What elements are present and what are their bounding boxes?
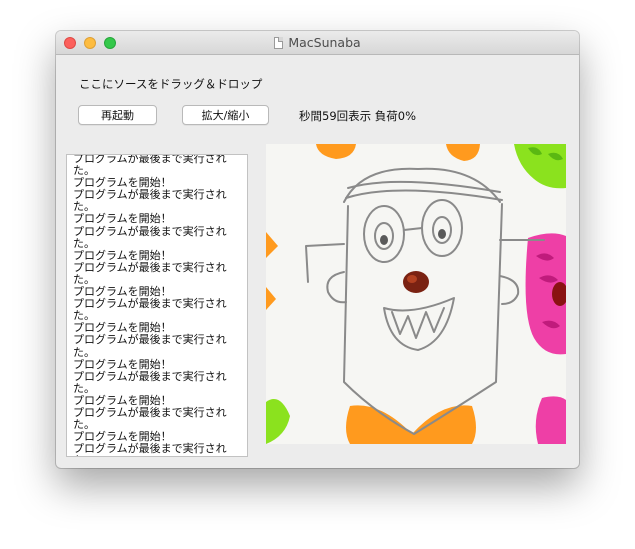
log-line: プログラムが最後まで実行された。 (73, 442, 227, 456)
document-icon (274, 36, 284, 49)
zoom-toggle-button[interactable]: 拡大/縮小 (182, 105, 269, 125)
performance-status: 秒間59回表示 負荷0% (299, 109, 417, 123)
restart-button[interactable]: 再起動 (78, 105, 157, 125)
log-line: プログラムが最後まで実行された。 (73, 405, 227, 432)
log-view[interactable]: プログラムが最後まで実行された。 プログラムを開始！ プログラムが最後まで実行された… (66, 154, 248, 457)
log-line: プログラムを開始！ (73, 212, 172, 226)
window-title: MacSunaba (288, 35, 361, 50)
window-title-group: MacSunaba (56, 31, 579, 54)
log-line: プログラムが最後まで実行された。 (73, 188, 227, 214)
log-scrollbar[interactable] (247, 383, 248, 457)
log-line: プログラムが最後まで実行された。 (73, 333, 227, 359)
log-line: プログラムを開始！ (73, 357, 172, 371)
log-line: プログラムが最後まで実行された。 (73, 297, 227, 323)
log-line: プログラムが最後まで実行された。 (73, 369, 227, 395)
drop-area-label[interactable]: ここにソースをドラッグ＆ドロップ (79, 76, 262, 92)
app-window: MacSunaba ここにソースをドラッグ＆ドロップ 再起動 拡大/縮小 秒間5… (56, 31, 579, 468)
log-line: プログラムが最後まで実行された。 (73, 154, 227, 178)
log-line: プログラムが最後まで実行された。 (73, 260, 227, 286)
drawing-image (266, 144, 566, 444)
log-lines: プログラムが最後まで実行された。 プログラムを開始！ プログラムが最後まで実行された… (73, 154, 233, 456)
output-canvas[interactable] (266, 144, 566, 444)
log-line: プログラムが最後まで実行された。 (73, 224, 227, 250)
title-bar[interactable]: MacSunaba (56, 31, 579, 55)
